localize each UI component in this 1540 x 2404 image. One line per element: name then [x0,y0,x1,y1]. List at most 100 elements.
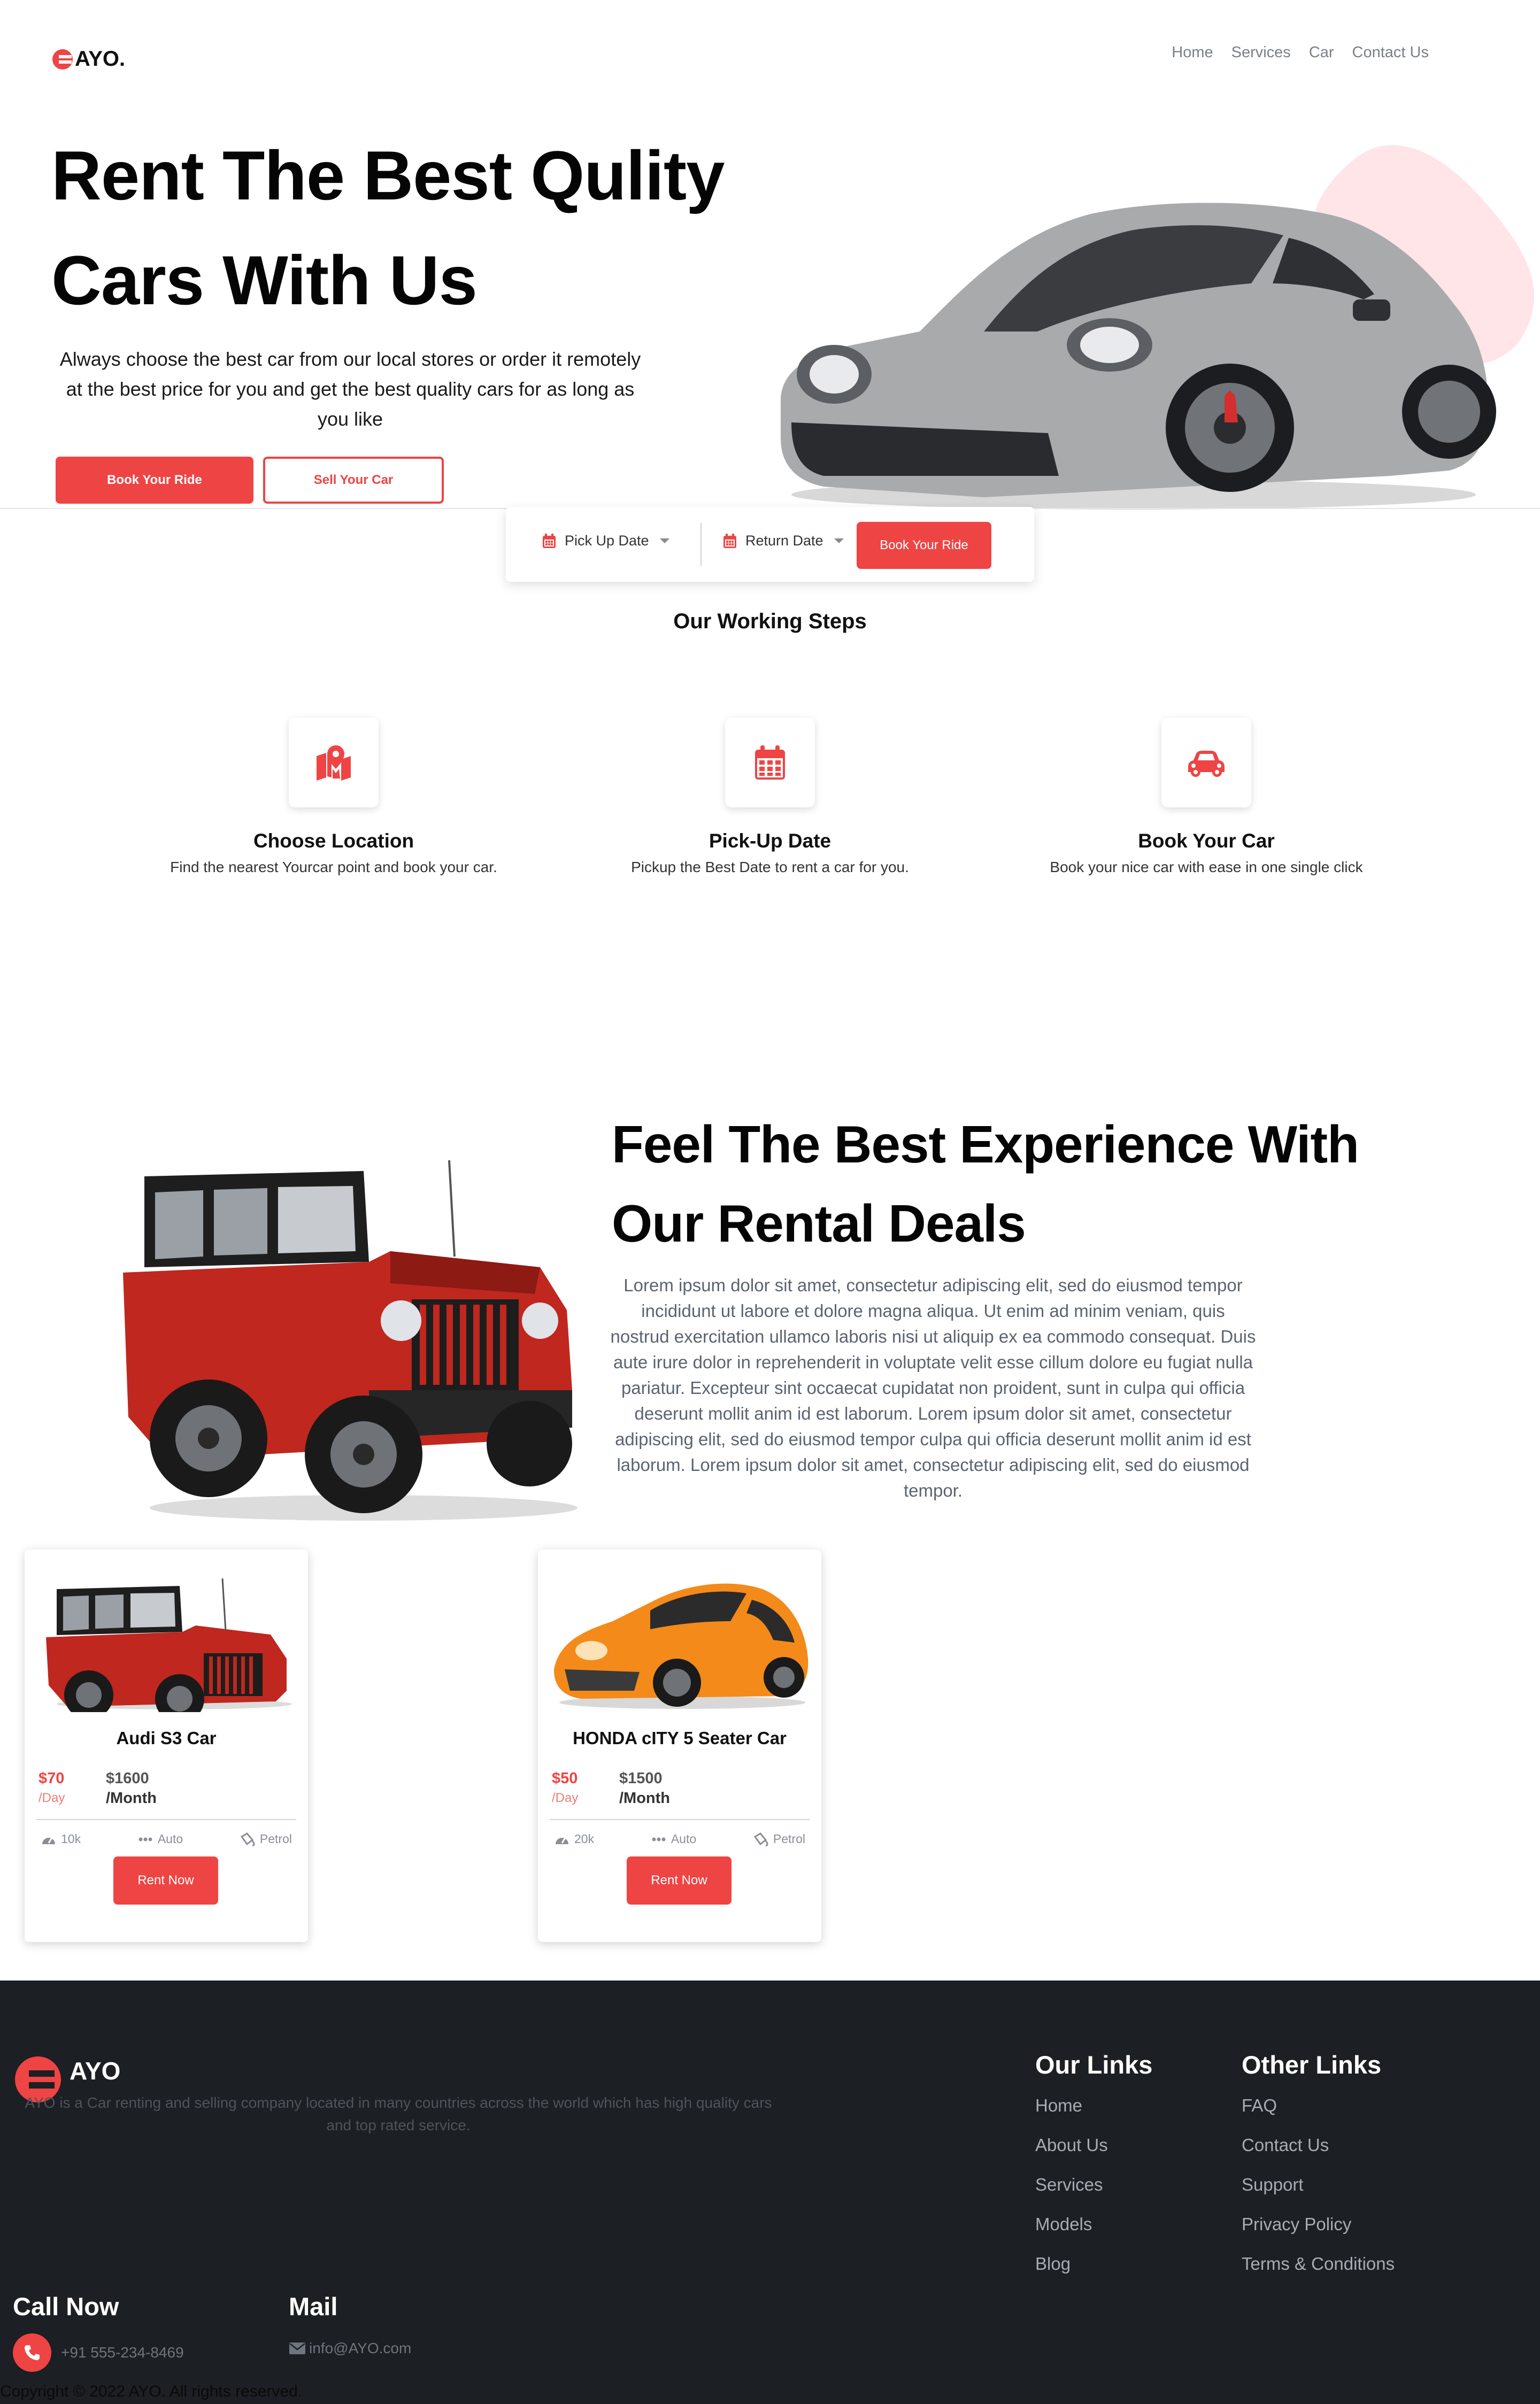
hero-title: Rent The Best Qulity Cars With Us [51,123,746,333]
mail-title: Mail [289,2292,338,2321]
step-description: Pickup the Best Date to rent a car for y… [631,859,909,875]
month-price: $1600 [106,1770,149,1787]
other-links-column: Other Links FAQ Contact Us Support Priva… [1242,2050,1395,2293]
hero-title-line-2: Cars With Us [51,241,478,319]
phone-icon-circle [13,2333,51,2372]
footer-link-support[interactable]: Support [1242,2175,1395,2195]
footer-phone[interactable]: +91 555-234-8469 [13,2333,184,2372]
day-unit: /Day [38,1791,65,1805]
mileage-value: 10k [61,1832,81,1846]
month-unit: /Month [106,1790,157,1807]
car-name: Audi S3 Car [116,1728,217,1748]
footer-link-models[interactable]: Models [1035,2214,1152,2235]
rent-now-button[interactable]: Rent Now [627,1856,732,1905]
fuel-icon [240,1832,255,1846]
footer-link-contact-us[interactable]: Contact Us [1242,2135,1395,2155]
card-divider [36,1819,296,1820]
book-your-ride-button[interactable]: Book Your Ride [56,457,253,504]
site-footer: AYO AYO is a Car renting and selling com… [0,1981,1540,2404]
footer-link-blog[interactable]: Blog [1035,2254,1152,2274]
nav-contact-us[interactable]: Contact Us [1352,44,1429,61]
car-card: Audi S3 Car $70 /Day $1600 /Month 10k Au… [25,1550,308,1942]
speedometer-icon [556,1837,568,1844]
other-links-title: Other Links [1242,2051,1382,2079]
experience-title-line-2: Our Rental Deals [612,1194,1026,1253]
mileage-spec: 10k [41,1832,81,1846]
step-title: Book Your Car [1138,830,1275,852]
price-per-month: $1500 /Month [619,1770,670,1807]
step-icon-box [725,718,815,807]
fuel-spec: Petrol [240,1832,292,1846]
step-icon-box [1161,718,1251,807]
fuel-icon [753,1832,768,1846]
sell-your-car-button[interactable]: Sell Your Car [263,457,444,504]
day-price: $50 [552,1770,578,1787]
step-choose-location: Choose Location Find the nearest Yourcar… [147,718,521,876]
chevron-down-icon [659,538,669,543]
calendar-icon [543,533,556,548]
email-address: info@AYO.com [309,2340,412,2356]
copyright: Copyright © 2022 AYO. All rights reserve… [0,2383,303,2400]
main-nav: Home Services Car Contact Us [1172,44,1429,61]
transmission-value: Auto [671,1832,697,1846]
booking-bar: Pick Up Date Return Date Book Your Ride [506,507,1034,582]
month-price: $1500 [619,1770,663,1787]
fuel-value: Petrol [773,1832,805,1846]
car-card: HONDA cITY 5 Seater Car $50 /Day $1500 /… [538,1550,821,1942]
step-title: Choose Location [253,830,414,852]
speedometer-icon [42,1837,55,1844]
hero-title-line-1: Rent The Best Qulity [51,136,725,214]
footer-email[interactable]: info@AYO.com [289,2340,411,2357]
hero-sports-car-image [781,203,1496,510]
card-divider [550,1819,810,1820]
brand-logo[interactable]: AYO. [51,47,125,71]
transmission-spec: Auto [137,1832,183,1846]
experience-title: Feel The Best Experience With Our Rental… [612,1105,1478,1263]
day-unit: /Day [552,1791,579,1805]
transmission-spec: Auto [651,1832,696,1846]
hero-subtitle: Always choose the best car from our loca… [59,348,641,430]
footer-link-faq[interactable]: FAQ [1242,2095,1395,2116]
footer-link-about-us[interactable]: About Us [1035,2135,1152,2155]
booking-divider [700,523,702,566]
orange-sports-car-image [554,1583,808,1709]
footer-link-terms[interactable]: Terms & Conditions [1242,2254,1395,2274]
ellipsis-icon [138,1837,152,1841]
our-links-title: Our Links [1035,2051,1153,2079]
step-description: Find the nearest Yourcar point and book … [170,859,497,875]
step-title: Pick-Up Date [709,830,831,852]
envelope-icon [289,2343,305,2354]
brand-name: AYO. [75,47,126,71]
nav-home[interactable]: Home [1172,44,1213,61]
pickup-date-select[interactable]: Pick Up Date [542,533,669,549]
footer-link-home[interactable]: Home [1035,2095,1152,2116]
footer-brand-name: AYO [70,2057,121,2085]
ellipsis-icon [652,1837,666,1841]
step-description: Book your nice car with ease in one sing… [1050,859,1363,875]
chevron-down-icon [834,538,844,543]
phone-icon [25,2345,40,2360]
return-date-label: Return Date [745,533,823,549]
fuel-value: Petrol [259,1832,292,1846]
nav-services[interactable]: Services [1231,44,1291,61]
footer-link-services[interactable]: Services [1035,2175,1152,2195]
price-per-day: $70 /Day [38,1770,65,1806]
step-book-your-car: Book Your Car Book your nice car with ea… [1019,718,1393,876]
price-per-month: $1600 /Month [106,1770,157,1807]
nav-car[interactable]: Car [1309,44,1334,61]
day-price: $70 [38,1770,65,1787]
map-location-icon [317,745,351,781]
price-per-day: $50 /Day [552,1770,578,1806]
our-links-column: Our Links Home About Us Services Models … [1035,2050,1152,2293]
experience-title-line-1: Feel The Best Experience With [612,1115,1359,1174]
car-icon [1188,751,1225,777]
car-name: HONDA cITY 5 Seater Car [573,1728,787,1748]
footer-link-privacy-policy[interactable]: Privacy Policy [1242,2214,1395,2235]
working-steps-title: Our Working Steps [673,610,867,633]
call-now-title: Call Now [13,2292,119,2321]
booking-book-ride-button[interactable]: Book Your Ride [857,522,991,569]
rent-now-button[interactable]: Rent Now [113,1856,218,1905]
return-date-select[interactable]: Return Date [723,533,844,549]
transmission-value: Auto [157,1832,183,1846]
phone-number: +91 555-234-8469 [61,2344,184,2361]
